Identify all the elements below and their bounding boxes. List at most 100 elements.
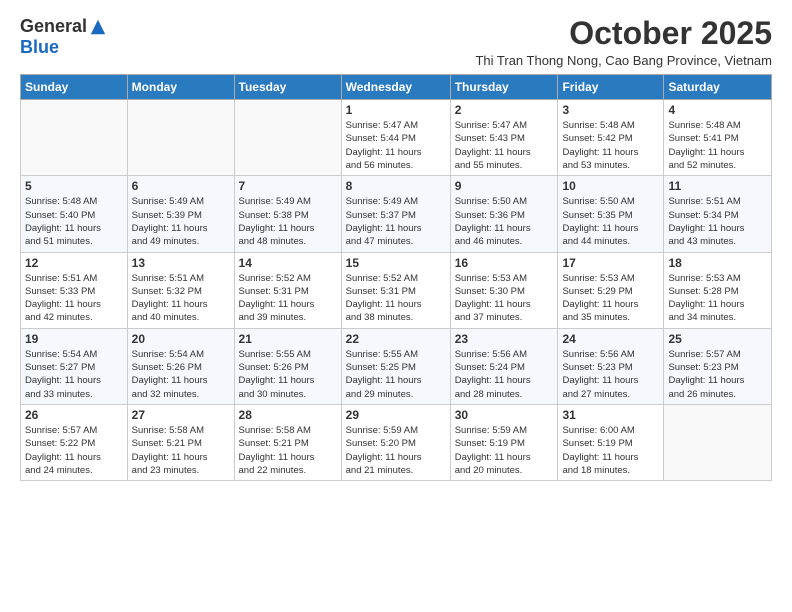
table-row: 20 Sunrise: 5:54 AMSunset: 5:26 PMDayligh…: [127, 328, 234, 404]
day-number: 12: [25, 256, 123, 270]
subtitle: Thi Tran Thong Nong, Cao Bang Province, …: [475, 53, 772, 68]
table-row: 18 Sunrise: 5:53 AMSunset: 5:28 PMDayligh…: [664, 252, 772, 328]
day-number: 14: [239, 256, 337, 270]
day-number: 5: [25, 179, 123, 193]
day-number: 17: [562, 256, 659, 270]
day-number: 31: [562, 408, 659, 422]
day-info: Sunrise: 5:48 AMSunset: 5:40 PMDaylight:…: [25, 195, 123, 248]
table-row: 10Sunrise: 5:50 AMSunset: 5:35 PMDayligh…: [558, 176, 664, 252]
table-row: 31 Sunrise: 6:00 AMSunset: 5:19 PMDayligh…: [558, 404, 664, 480]
table-row: 22 Sunrise: 5:55 AMSunset: 5:25 PMDayligh…: [341, 328, 450, 404]
day-info: Sunrise: 5:50 AMSunset: 5:35 PMDaylight:…: [562, 195, 659, 248]
col-tuesday: Tuesday: [234, 75, 341, 100]
calendar-week-row: 26 Sunrise: 5:57 AMSunset: 5:22 PMDayligh…: [21, 404, 772, 480]
day-number: 30: [455, 408, 554, 422]
day-info: Sunrise: 5:51 AMSunset: 5:32 PMDaylight:…: [132, 272, 230, 325]
day-number: 13: [132, 256, 230, 270]
day-number: 22: [346, 332, 446, 346]
day-number: 25: [668, 332, 767, 346]
table-row: 24 Sunrise: 5:56 AMSunset: 5:23 PMDayligh…: [558, 328, 664, 404]
table-row: 1 Sunrise: 5:47 AMSunset: 5:44 PMDaylight…: [341, 100, 450, 176]
table-row: 11Sunrise: 5:51 AMSunset: 5:34 PMDayligh…: [664, 176, 772, 252]
day-info: Sunrise: 5:55 AMSunset: 5:25 PMDaylight:…: [346, 348, 446, 401]
month-title: October 2025: [475, 16, 772, 51]
table-row: 8 Sunrise: 5:49 AMSunset: 5:37 PMDaylight…: [341, 176, 450, 252]
calendar-week-row: 1 Sunrise: 5:47 AMSunset: 5:44 PMDaylight…: [21, 100, 772, 176]
table-row: [664, 404, 772, 480]
table-row: [127, 100, 234, 176]
day-info: Sunrise: 6:00 AMSunset: 5:19 PMDaylight:…: [562, 424, 659, 477]
table-row: 4Sunrise: 5:48 AMSunset: 5:41 PMDaylight…: [664, 100, 772, 176]
col-thursday: Thursday: [450, 75, 558, 100]
table-row: 16 Sunrise: 5:53 AMSunset: 5:30 PMDayligh…: [450, 252, 558, 328]
logo-icon: [89, 18, 107, 36]
col-friday: Friday: [558, 75, 664, 100]
calendar-week-row: 5 Sunrise: 5:48 AMSunset: 5:40 PMDaylight…: [21, 176, 772, 252]
weekday-row: Sunday Monday Tuesday Wednesday Thursday…: [21, 75, 772, 100]
table-row: 2Sunrise: 5:47 AMSunset: 5:43 PMDaylight…: [450, 100, 558, 176]
day-info: Sunrise: 5:57 AMSunset: 5:22 PMDaylight:…: [25, 424, 123, 477]
day-info: Sunrise: 5:53 AMSunset: 5:29 PMDaylight:…: [562, 272, 659, 325]
day-info: Sunrise: 5:59 AMSunset: 5:19 PMDaylight:…: [455, 424, 554, 477]
day-number: 9: [455, 179, 554, 193]
table-row: 15 Sunrise: 5:52 AMSunset: 5:31 PMDayligh…: [341, 252, 450, 328]
day-info: Sunrise: 5:53 AMSunset: 5:28 PMDaylight:…: [668, 272, 767, 325]
day-info: Sunrise: 5:49 AMSunset: 5:39 PMDaylight:…: [132, 195, 230, 248]
table-row: 29Sunrise: 5:59 AMSunset: 5:20 PMDayligh…: [341, 404, 450, 480]
day-number: 27: [132, 408, 230, 422]
day-number: 15: [346, 256, 446, 270]
header: General Blue October 2025 Thi Tran Thong…: [20, 16, 772, 68]
table-row: 17 Sunrise: 5:53 AMSunset: 5:29 PMDayligh…: [558, 252, 664, 328]
table-row: 7 Sunrise: 5:49 AMSunset: 5:38 PMDaylight…: [234, 176, 341, 252]
day-number: 21: [239, 332, 337, 346]
day-info: Sunrise: 5:50 AMSunset: 5:36 PMDaylight:…: [455, 195, 554, 248]
day-number: 1: [346, 103, 446, 117]
table-row: 26 Sunrise: 5:57 AMSunset: 5:22 PMDayligh…: [21, 404, 128, 480]
calendar: Sunday Monday Tuesday Wednesday Thursday…: [20, 74, 772, 481]
logo-general: General: [20, 16, 87, 37]
logo: General Blue: [20, 16, 107, 58]
day-number: 8: [346, 179, 446, 193]
day-info: Sunrise: 5:56 AMSunset: 5:23 PMDaylight:…: [562, 348, 659, 401]
table-row: 28Sunrise: 5:58 AMSunset: 5:21 PMDayligh…: [234, 404, 341, 480]
table-row: [234, 100, 341, 176]
day-number: 18: [668, 256, 767, 270]
table-row: 9 Sunrise: 5:50 AMSunset: 5:36 PMDaylight…: [450, 176, 558, 252]
table-row: [21, 100, 128, 176]
day-info: Sunrise: 5:52 AMSunset: 5:31 PMDaylight:…: [346, 272, 446, 325]
title-section: October 2025 Thi Tran Thong Nong, Cao Ba…: [475, 16, 772, 68]
day-info: Sunrise: 5:59 AMSunset: 5:20 PMDaylight:…: [346, 424, 446, 477]
table-row: 25 Sunrise: 5:57 AMSunset: 5:23 PMDayligh…: [664, 328, 772, 404]
day-info: Sunrise: 5:47 AMSunset: 5:44 PMDaylight:…: [346, 119, 446, 172]
day-number: 7: [239, 179, 337, 193]
day-info: Sunrise: 5:56 AMSunset: 5:24 PMDaylight:…: [455, 348, 554, 401]
day-number: 20: [132, 332, 230, 346]
col-monday: Monday: [127, 75, 234, 100]
day-info: Sunrise: 5:49 AMSunset: 5:38 PMDaylight:…: [239, 195, 337, 248]
calendar-week-row: 12Sunrise: 5:51 AMSunset: 5:33 PMDayligh…: [21, 252, 772, 328]
day-number: 26: [25, 408, 123, 422]
day-info: Sunrise: 5:54 AMSunset: 5:26 PMDaylight:…: [132, 348, 230, 401]
day-info: Sunrise: 5:54 AMSunset: 5:27 PMDaylight:…: [25, 348, 123, 401]
page: General Blue October 2025 Thi Tran Thong…: [0, 0, 792, 491]
day-info: Sunrise: 5:49 AMSunset: 5:37 PMDaylight:…: [346, 195, 446, 248]
day-info: Sunrise: 5:55 AMSunset: 5:26 PMDaylight:…: [239, 348, 337, 401]
table-row: 6 Sunrise: 5:49 AMSunset: 5:39 PMDaylight…: [127, 176, 234, 252]
day-info: Sunrise: 5:51 AMSunset: 5:34 PMDaylight:…: [668, 195, 767, 248]
logo-blue: Blue: [20, 37, 59, 58]
day-number: 24: [562, 332, 659, 346]
calendar-header: Sunday Monday Tuesday Wednesday Thursday…: [21, 75, 772, 100]
table-row: 19Sunrise: 5:54 AMSunset: 5:27 PMDayligh…: [21, 328, 128, 404]
day-number: 16: [455, 256, 554, 270]
day-number: 6: [132, 179, 230, 193]
day-info: Sunrise: 5:58 AMSunset: 5:21 PMDaylight:…: [132, 424, 230, 477]
day-number: 4: [668, 103, 767, 117]
col-sunday: Sunday: [21, 75, 128, 100]
table-row: 21 Sunrise: 5:55 AMSunset: 5:26 PMDayligh…: [234, 328, 341, 404]
day-number: 28: [239, 408, 337, 422]
day-info: Sunrise: 5:53 AMSunset: 5:30 PMDaylight:…: [455, 272, 554, 325]
day-info: Sunrise: 5:57 AMSunset: 5:23 PMDaylight:…: [668, 348, 767, 401]
table-row: 3Sunrise: 5:48 AMSunset: 5:42 PMDaylight…: [558, 100, 664, 176]
day-info: Sunrise: 5:47 AMSunset: 5:43 PMDaylight:…: [455, 119, 554, 172]
table-row: 23Sunrise: 5:56 AMSunset: 5:24 PMDayligh…: [450, 328, 558, 404]
